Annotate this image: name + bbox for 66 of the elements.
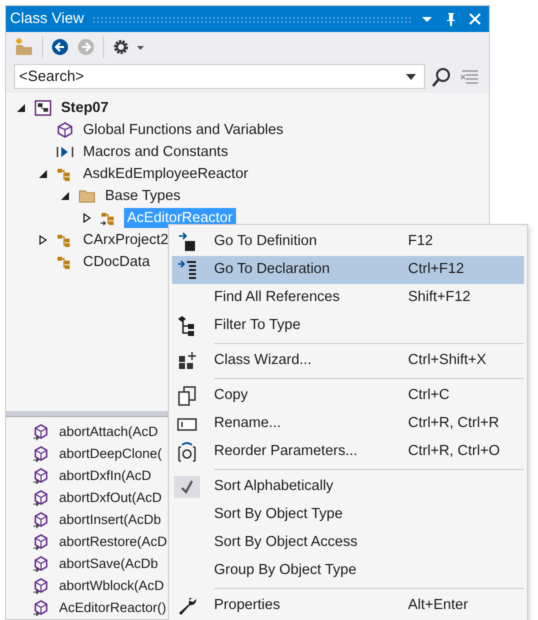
filter-type-icon (177, 316, 197, 336)
member-item[interactable]: abortWblock(AcD (56, 576, 168, 596)
copy-icon (177, 386, 197, 406)
member-item[interactable]: abortRestore(AcD (56, 532, 170, 552)
shortcut-text: Ctrl+Shift+X (408, 351, 486, 370)
menu-item[interactable]: Rename... Ctrl+R, Ctrl+R (172, 410, 524, 438)
tree-item[interactable]: Global Functions and Variables (80, 120, 286, 140)
method-icon (32, 490, 50, 506)
shortcut-text: Shift+F12 (408, 288, 470, 308)
menu-item[interactable]: Find All References Shift+F12 (172, 284, 524, 312)
close-icon[interactable] (467, 11, 483, 28)
tree-item[interactable]: CArxProject2 (80, 230, 172, 250)
menu-item[interactable]: Copy Ctrl+C (172, 382, 524, 410)
shortcut-text: Ctrl+F12 (408, 260, 464, 280)
expanded-arrow-icon[interactable] (60, 191, 70, 202)
method-icon (32, 512, 50, 528)
tree-item[interactable]: Step07 (58, 98, 112, 118)
menu-item[interactable]: Filter To Type (172, 312, 524, 340)
dropdown-caret-icon[interactable] (405, 73, 417, 82)
collapsed-arrow-icon[interactable] (82, 213, 92, 224)
tree-item[interactable]: Macros and Constants (80, 142, 232, 162)
go-to-declaration-icon (177, 260, 197, 280)
search-field[interactable]: <Search> (14, 64, 425, 90)
window-title: Class View (10, 8, 84, 29)
menu-item[interactable]: Go To Declaration Ctrl+F12 (172, 256, 524, 284)
menu-item[interactable]: Class Wizard... Ctrl+Shift+X (172, 347, 524, 375)
member-item[interactable]: abortDxfIn(AcD (56, 466, 154, 486)
method-icon (32, 446, 50, 462)
member-item[interactable]: abortInsert(AcDb (56, 510, 164, 530)
member-item[interactable]: abortSave(AcDb (56, 554, 162, 574)
method-icon (32, 600, 50, 616)
cube-icon (56, 122, 74, 138)
method-icon (32, 534, 50, 550)
method-icon (32, 468, 50, 484)
shortcut-text: Alt+Enter (408, 596, 468, 616)
menu-item[interactable]: Sort Alphabetically (172, 473, 524, 501)
menu-item[interactable]: Group By Object Type (172, 557, 524, 585)
menu-item[interactable]: Properties Alt+Enter (172, 592, 524, 620)
folder-icon (78, 188, 96, 204)
tree-item[interactable]: Base Types (102, 186, 184, 206)
shortcut-text: Ctrl+C (408, 386, 450, 406)
method-icon (32, 578, 50, 594)
shortcut-text: Ctrl+R, Ctrl+O (408, 442, 500, 462)
member-item[interactable]: AcEditorReactor() (56, 598, 170, 618)
menu-item[interactable]: Go To Definition F12 (172, 228, 524, 256)
wrench-icon (177, 596, 197, 616)
member-item[interactable]: abortDxfOut(AcD (56, 488, 165, 508)
method-icon (32, 424, 50, 440)
member-item[interactable]: abortDeepClone( (56, 444, 165, 464)
shortcut-text: Ctrl+R, Ctrl+R (408, 414, 500, 434)
menu-item[interactable]: Reorder Parameters... Ctrl+R, Ctrl+O (172, 438, 524, 466)
go-to-definition-icon (177, 232, 197, 252)
tree-item[interactable]: CDocData (80, 252, 153, 272)
menu-item[interactable]: Sort By Object Type (172, 501, 524, 529)
reorder-parameters-icon (177, 442, 197, 462)
menu-item[interactable]: Sort By Object Access (172, 529, 524, 557)
tree-item[interactable]: AsdkEdEmployeeReactor (80, 164, 252, 184)
search-icon[interactable] (431, 66, 453, 88)
member-item[interactable]: abortAttach(AcD (56, 422, 162, 442)
project-icon (34, 100, 52, 116)
expanded-arrow-icon[interactable] (38, 169, 48, 180)
method-icon (32, 556, 50, 572)
class-wizard-icon (177, 351, 197, 371)
shortcut-text: F12 (408, 232, 433, 252)
collapsed-arrow-icon[interactable] (38, 235, 48, 246)
expanded-arrow-icon[interactable] (16, 103, 26, 114)
